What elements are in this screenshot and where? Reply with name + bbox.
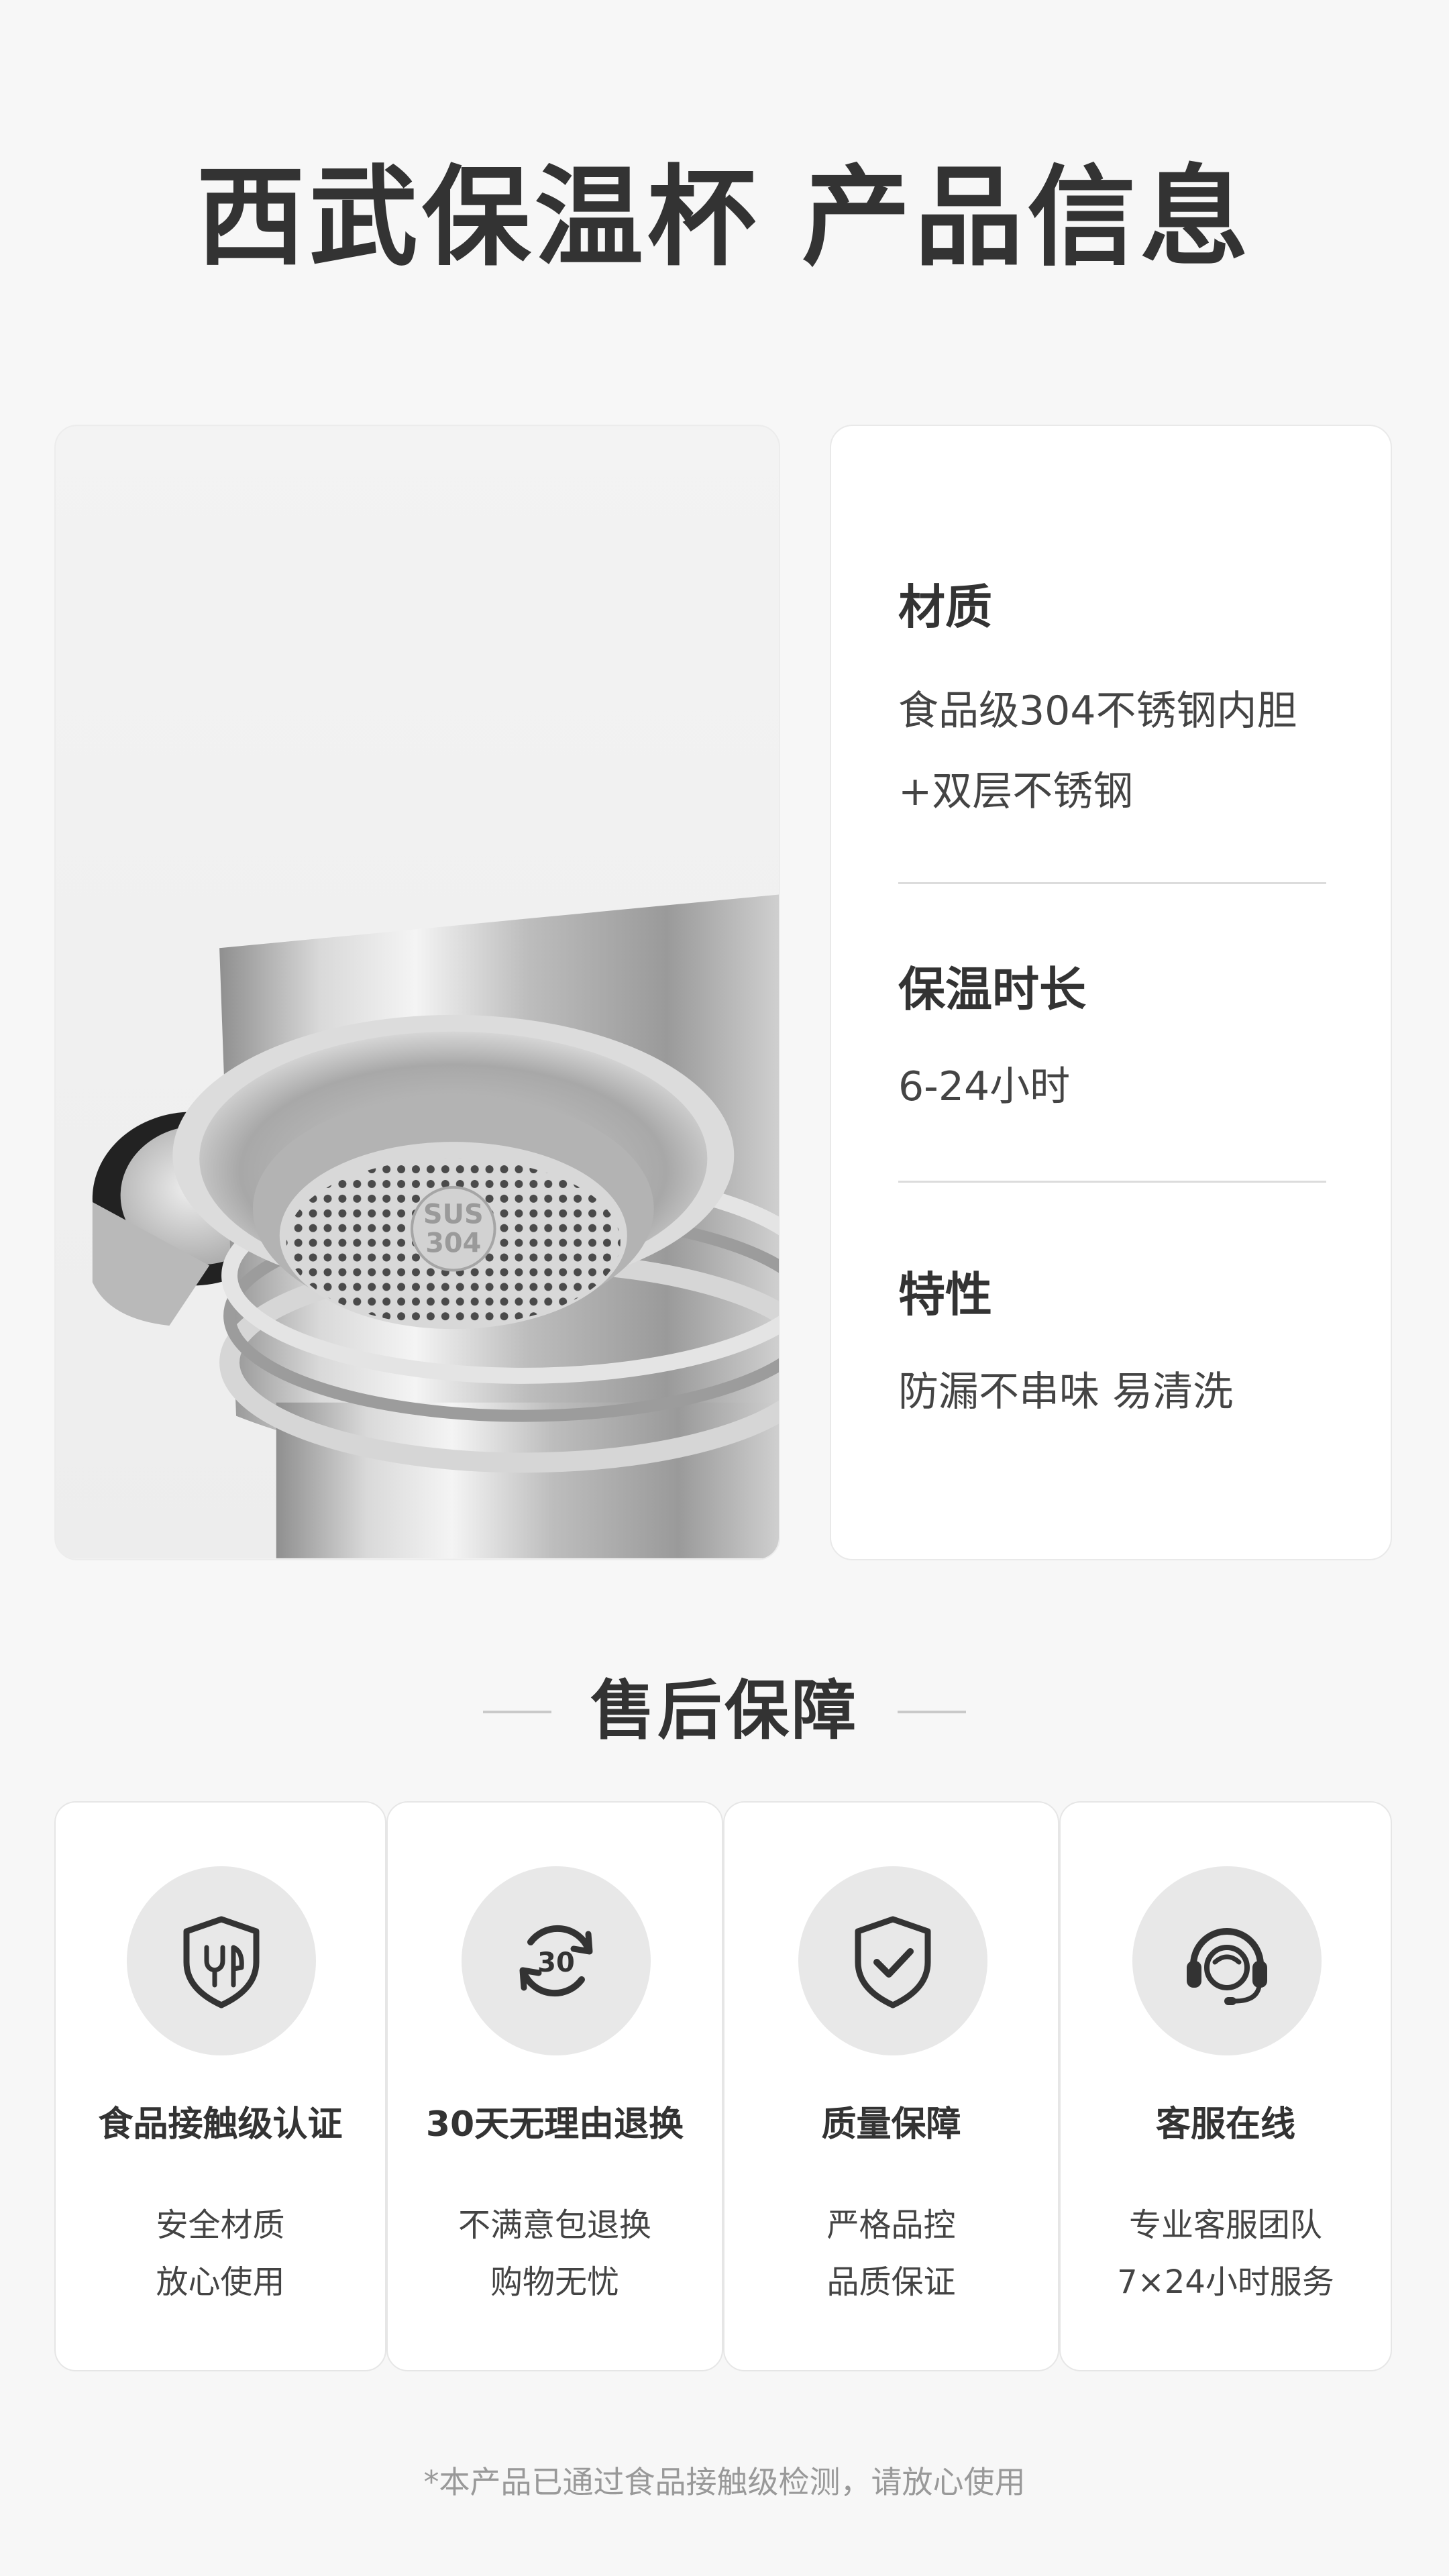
spec-label-insulation: 保温时长 <box>898 962 1086 1017</box>
after-sales-header: 售后保障 <box>0 1664 1449 1758</box>
service-card-support: 客服在线 专业客服团队 7×24小时服务 <box>1059 1801 1392 2371</box>
service-desc-line2: 品质保证 <box>826 2263 956 2301</box>
spec-card: 材质 食品级304不锈钢内胆 +双层不锈钢 保温时长 6-24小时 特性 防漏不… <box>830 425 1392 1560</box>
section-line-right <box>898 1711 966 1713</box>
service-desc-line1: 不满意包退换 <box>458 2206 651 2244</box>
return-icon-number: 30 <box>537 1947 575 1978</box>
spec-value-material-line2: +双层不锈钢 <box>898 768 1134 815</box>
service-card-return: 30 30天无理由退换 不满意包退换 购物无忧 <box>386 1801 723 2371</box>
spec-value-material-line1: 食品级304不锈钢内胆 <box>898 688 1297 735</box>
footer-note: *本产品已通过食品接触级检测，请放心使用 <box>423 2464 1026 2500</box>
service-card-quality: 质量保障 严格品控 品质保证 <box>723 1801 1059 2371</box>
service-title: 30天无理由退换 <box>425 2104 684 2145</box>
spec-value-insulation: 6-24小时 <box>898 1063 1071 1110</box>
service-title: 食品接触级认证 <box>98 2104 343 2145</box>
service-desc-line2: 购物无忧 <box>490 2263 619 2301</box>
engraving-304: 304 <box>425 1228 481 1259</box>
spec-label-material: 材质 <box>898 580 992 635</box>
spec-divider <box>898 882 1326 884</box>
service-desc-line1: 严格品控 <box>826 2206 956 2244</box>
30-day-return-icon: 30 <box>462 1866 651 2055</box>
service-desc-line1: 安全材质 <box>156 2206 285 2244</box>
service-title: 质量保障 <box>821 2104 961 2145</box>
service-desc-line1: 专业客服团队 <box>1128 2206 1322 2244</box>
spec-label-features: 特性 <box>898 1267 992 1322</box>
service-card-food-safe: 食品接触级认证 安全材质 放心使用 <box>54 1801 386 2371</box>
product-photo: SUS 304 <box>54 425 780 1560</box>
service-title: 客服在线 <box>1155 2104 1295 2145</box>
service-desc-line2: 放心使用 <box>156 2263 285 2301</box>
engraving-sus: SUS <box>423 1199 484 1230</box>
page-title: 西武保温杯 产品信息 <box>196 155 1253 281</box>
spec-divider <box>898 1181 1326 1183</box>
food-safe-shield-icon <box>127 1866 316 2055</box>
spec-value-features: 防漏不串味 易清洗 <box>898 1368 1234 1415</box>
quality-shield-check-icon <box>798 1866 987 2055</box>
customer-service-headset-icon <box>1132 1866 1322 2055</box>
service-desc-line2: 7×24小时服务 <box>1117 2263 1334 2301</box>
section-title: 售后保障 <box>590 1673 859 1748</box>
